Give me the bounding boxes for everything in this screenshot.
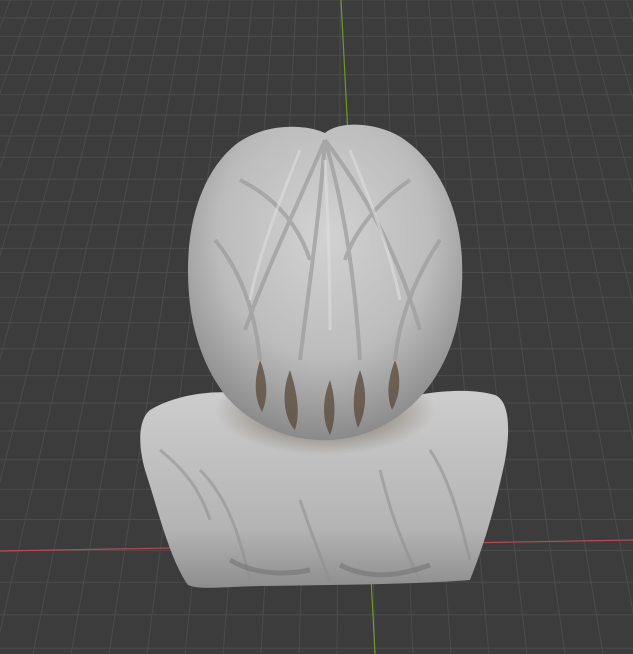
- bust-model[interactable]: [0, 0, 633, 654]
- 3d-viewport[interactable]: [0, 0, 633, 654]
